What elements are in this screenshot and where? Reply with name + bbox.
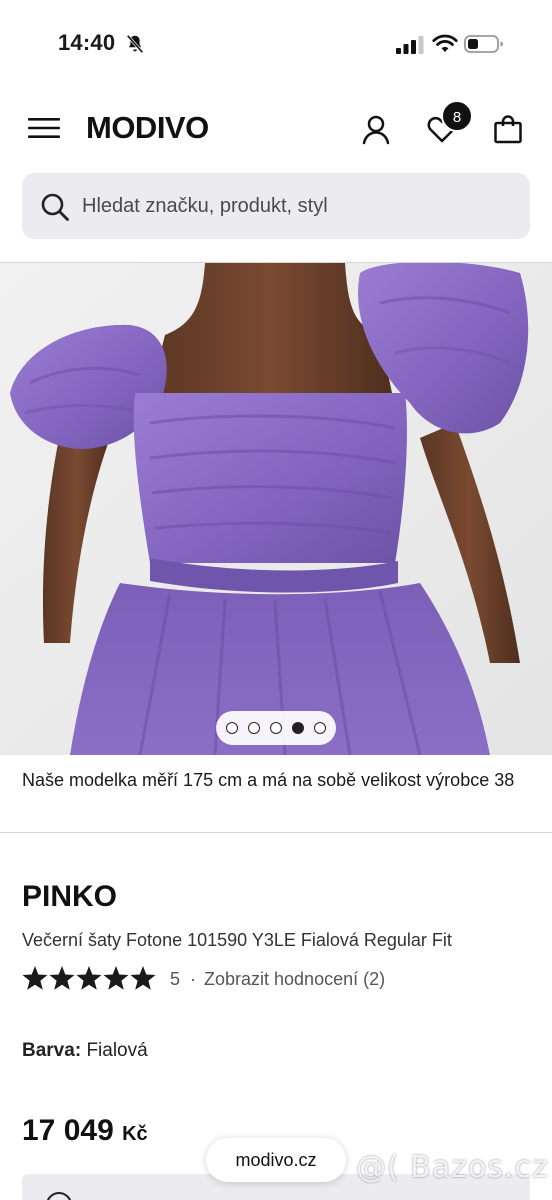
star-icon <box>49 966 75 990</box>
show-reviews-link[interactable]: Zobrazit hodnocení (2) <box>204 969 385 990</box>
menu-icon[interactable] <box>28 116 60 140</box>
carousel-dot[interactable] <box>248 722 260 734</box>
rating-row: 5 · Zobrazit hodnocení (2) <box>22 964 442 996</box>
star-icon <box>22 966 48 990</box>
brand-logo[interactable]: MODIVO <box>86 110 209 146</box>
carousel-dot[interactable] <box>226 722 238 734</box>
carousel-dot[interactable] <box>314 722 326 734</box>
product-brand[interactable]: PINKO <box>22 880 117 914</box>
star-icon <box>103 966 129 990</box>
model-size-note: Naše modelka měří 175 cm a má na sobě ve… <box>22 770 515 790</box>
wishlist-count-badge: 8 <box>441 100 473 132</box>
signal-icon <box>396 36 424 54</box>
image-carousel-dots[interactable] <box>216 711 336 745</box>
bell-muted-icon <box>126 34 144 54</box>
account-icon[interactable] <box>360 113 392 145</box>
product-photo-illustration <box>0 263 552 755</box>
rating-stars <box>22 966 156 990</box>
product-price: 17 049 Kč <box>22 1114 148 1148</box>
rating-separator: · <box>190 969 196 989</box>
watermark-logo: @( Bazos.cz <box>356 1150 549 1185</box>
wifi-icon <box>432 34 458 52</box>
search-input[interactable] <box>82 173 512 239</box>
bag-icon[interactable] <box>492 113 524 145</box>
color-row: Barva: Fialová <box>22 1040 148 1062</box>
browser-url-pill[interactable]: modivo.cz <box>206 1138 346 1182</box>
star-icon <box>76 966 102 990</box>
price-currency: Kč <box>122 1123 148 1145</box>
color-value: Fialová <box>86 1040 148 1061</box>
status-time: 14:40 <box>58 30 116 55</box>
rating-value: 5 <box>170 969 181 989</box>
product-image[interactable] <box>0 263 552 755</box>
search-icon <box>41 193 69 221</box>
product-name: Večerní šaty Fotone 101590 Y3LE Fialová … <box>22 930 452 950</box>
star-icon <box>130 966 156 990</box>
color-label: Barva: <box>22 1040 82 1061</box>
status-bar: 14:40 <box>0 0 552 90</box>
price-amount: 17 049 <box>22 1114 114 1147</box>
carousel-dot[interactable] <box>270 722 282 734</box>
search-bar[interactable] <box>22 173 530 239</box>
battery-icon <box>464 35 503 53</box>
carousel-dot-active[interactable] <box>292 722 304 734</box>
divider <box>0 832 552 833</box>
